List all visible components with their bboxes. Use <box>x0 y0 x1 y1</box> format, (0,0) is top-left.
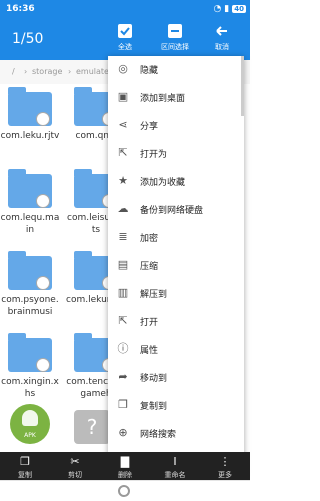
file-name: com.xingin.xhs <box>1 377 59 399</box>
unknown-file-icon[interactable]: ? <box>74 410 110 444</box>
copy-button[interactable]: ❐ 复制 <box>0 452 50 480</box>
cloud-upload-icon: ☁ <box>117 202 129 215</box>
rename-icon: I <box>173 455 177 468</box>
menu-item-encrypt[interactable]: ≣ 加密 <box>108 224 244 250</box>
select-checkbox[interactable] <box>36 276 50 290</box>
breadcrumb-root[interactable]: / <box>12 67 15 76</box>
file-item[interactable]: com.lequ.main <box>0 166 60 258</box>
share-icon: ⋖ <box>118 118 128 131</box>
breadcrumb-sep-icon: › <box>24 67 28 76</box>
menu-item-label: 打开 <box>140 318 159 328</box>
menu-item-label: 压缩 <box>140 262 159 272</box>
select-checkbox[interactable] <box>36 194 50 208</box>
system-nav-bar <box>0 480 250 501</box>
trash-icon: ▇ <box>120 455 130 468</box>
star-icon: ★ <box>118 174 128 187</box>
select-all-button[interactable]: 全选 <box>103 24 147 52</box>
web-search-icon: ⊕ <box>118 426 128 439</box>
select-all-label: 全选 <box>118 43 132 51</box>
cancel-button[interactable]: 取消 <box>200 24 244 52</box>
menu-item-open[interactable]: ⇱ 打开 <box>108 308 244 334</box>
file-name: com.leku.rjtv <box>0 131 60 141</box>
selection-toolbar: 1/50 全选 区间选择 取消 <box>0 20 250 60</box>
copy-icon: ❐ <box>20 455 30 468</box>
file-item[interactable]: com.psyone.brainmusi <box>0 248 60 340</box>
file-item[interactable]: com.leku.rjtv <box>0 84 60 176</box>
menu-item-label: 移动到 <box>140 374 168 384</box>
menu-item-copy-to[interactable]: ❐ 复制到 <box>108 392 244 418</box>
menu-item-label: 隐藏 <box>140 66 159 76</box>
info-icon: ⓘ <box>117 342 129 355</box>
menu-item-open-as[interactable]: ⇱ 打开为 <box>108 140 244 166</box>
apk-label: APK <box>24 432 36 439</box>
menu-item-label: 加密 <box>140 234 159 244</box>
bottom-action-bar: ❐ 复制 ✂ 剪切 ▇ 删除 I 重命名 ⋮ 更多 <box>0 452 250 480</box>
wifi-icon: ◔ <box>213 4 222 14</box>
android-icon <box>22 410 38 426</box>
file-name: com.psyone.brainmusi <box>1 295 59 317</box>
cut-label: 剪切 <box>68 471 82 479</box>
menu-item-label: 备份到网络硬盘 <box>140 206 204 216</box>
menu-item-label: 打开为 <box>140 150 168 160</box>
move-icon: ➦ <box>118 370 128 383</box>
open-as-icon: ⇱ <box>118 146 128 159</box>
menu-item-compress[interactable]: ▤ 压缩 <box>108 252 244 278</box>
menu-item-move-to[interactable]: ➦ 移动到 <box>108 364 244 390</box>
select-checkbox[interactable] <box>36 112 50 126</box>
menu-item-add-favorite[interactable]: ★ 添加为收藏 <box>108 168 244 194</box>
breadcrumb-storage[interactable]: storage <box>32 67 62 76</box>
file-name: com.lequ.main <box>0 213 60 235</box>
more-icon: ⋮ <box>219 455 231 468</box>
copy-to-icon: ❐ <box>118 398 128 411</box>
open-icon: ⇱ <box>118 314 128 327</box>
delete-label: 删除 <box>118 471 132 479</box>
eye-off-icon: ◎ <box>118 62 128 75</box>
cancel-label: 取消 <box>215 43 229 51</box>
more-label: 更多 <box>218 471 232 479</box>
compress-icon: ▤ <box>117 258 129 271</box>
selection-count: 1/50 <box>12 31 44 47</box>
menu-item-add-to-desktop[interactable]: ▣ 添加到桌面 <box>108 84 244 110</box>
menu-item-properties[interactable]: ⓘ 属性 <box>108 336 244 362</box>
battery-icon: 40 <box>232 5 246 13</box>
menu-item-label: 添加到桌面 <box>140 94 186 104</box>
check-icon <box>118 24 132 38</box>
menu-item-label: 网络搜索 <box>140 430 177 440</box>
encrypt-icon: ≣ <box>118 230 128 243</box>
menu-item-label: 添加为收藏 <box>140 178 186 188</box>
range-select-button[interactable]: 区间选择 <box>153 24 197 52</box>
rename-button[interactable]: I 重命名 <box>150 452 200 480</box>
add-to-desktop-icon: ▣ <box>117 90 129 103</box>
menu-item-label: 分享 <box>140 122 159 132</box>
menu-item-label: 解压到 <box>140 290 168 300</box>
rename-label: 重命名 <box>164 471 186 479</box>
signal-icon: ▮ <box>224 4 230 14</box>
delete-button[interactable]: ▇ 删除 <box>100 452 150 480</box>
menu-item-label: 属性 <box>140 346 159 356</box>
menu-item-web-search[interactable]: ⊕ 网络搜索 <box>108 420 244 446</box>
menu-item-hide[interactable]: ◎ 隐藏 <box>108 56 244 82</box>
cancel-icon <box>216 26 227 36</box>
select-checkbox[interactable] <box>36 358 50 372</box>
menu-item-share[interactable]: ⋖ 分享 <box>108 112 244 138</box>
copy-label: 复制 <box>18 471 32 479</box>
apk-file-icon[interactable]: APK <box>10 404 50 444</box>
status-icons: ◔ ▮ 40 <box>213 4 246 14</box>
context-menu: ◎ 隐藏 ▣ 添加到桌面 ⋖ 分享 ⇱ 打开为 ★ 添加为收藏 ☁ 备份到网络硬… <box>108 56 244 474</box>
range-icon <box>168 24 182 38</box>
breadcrumb-sep-icon: › <box>68 67 72 76</box>
range-select-label: 区间选择 <box>161 43 189 51</box>
menu-item-extract[interactable]: ▥ 解压到 <box>108 280 244 306</box>
status-time: 16:36 <box>6 4 35 14</box>
home-icon[interactable] <box>118 485 130 497</box>
more-button[interactable]: ⋮ 更多 <box>200 452 250 480</box>
cut-button[interactable]: ✂ 剪切 <box>50 452 100 480</box>
extract-icon: ▥ <box>117 286 129 299</box>
scissors-icon: ✂ <box>70 455 80 468</box>
menu-item-backup-cloud[interactable]: ☁ 备份到网络硬盘 <box>108 196 244 222</box>
status-bar: 16:36 ◔ ▮ 40 <box>0 0 250 20</box>
menu-item-label: 复制到 <box>140 402 168 412</box>
